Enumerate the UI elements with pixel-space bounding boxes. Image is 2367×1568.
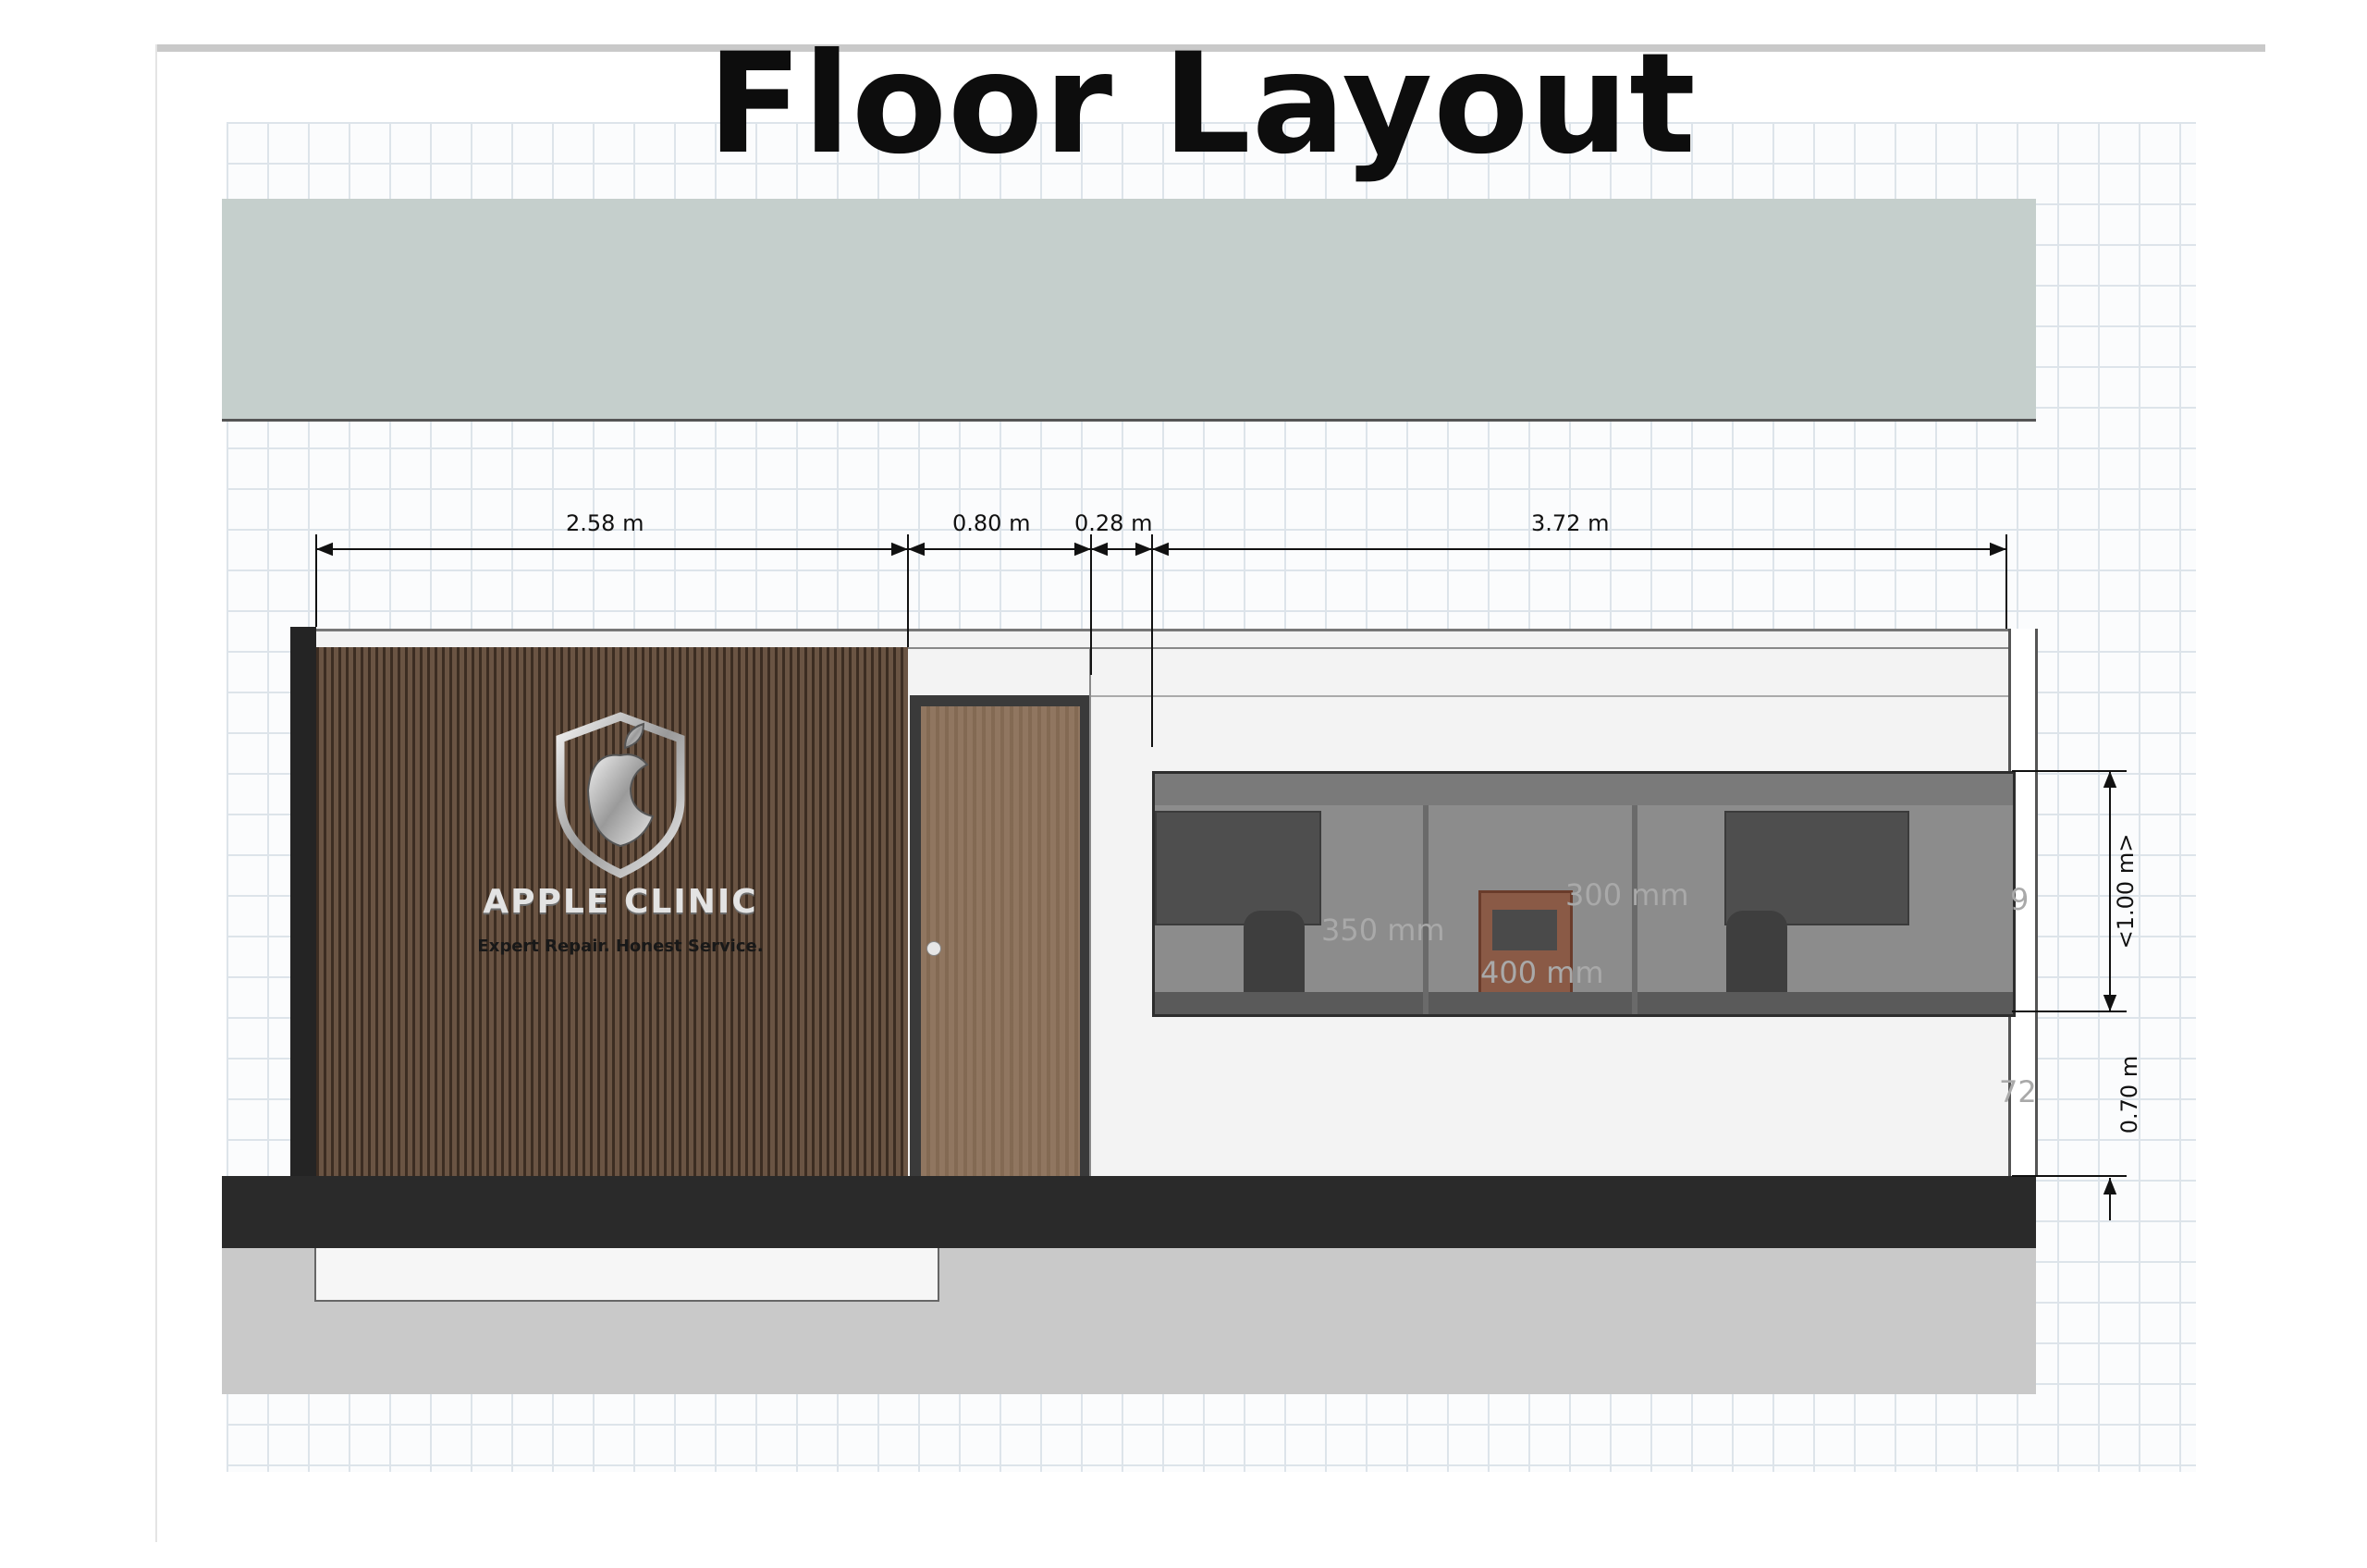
dim-label-gap-width: 0.28 m xyxy=(1074,510,1153,536)
dim-label-window-height: <1.00 m> xyxy=(2113,833,2139,949)
page-title: Floor Layout xyxy=(707,24,1697,185)
dim-label-sill-height: 0.70 m xyxy=(2116,1055,2142,1134)
dim-label-panel-width: 2.58 m xyxy=(566,510,644,536)
dim-label-window-width: 3.72 m xyxy=(1531,510,1610,536)
dimension-lines xyxy=(315,534,2127,1220)
dim-label-door-width: 0.80 m xyxy=(952,510,1031,536)
